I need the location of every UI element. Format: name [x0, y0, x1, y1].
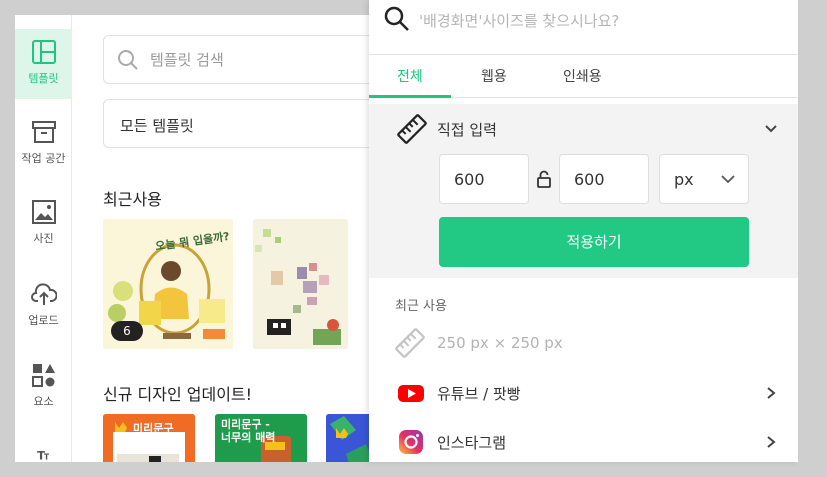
tile-title: 미리문구 - 너무의 매력	[221, 418, 276, 444]
sidebar-item-text[interactable]: TT	[15, 433, 72, 462]
shapes-icon	[31, 364, 55, 387]
sidebar-item-label: 요소	[33, 395, 54, 408]
new-designs-title: 신규 디자인 업데이트!	[103, 385, 253, 404]
left-sidebar: 템플릿 작업 공간 사진 업로드 요소 TT	[15, 15, 72, 462]
template-illustration	[253, 219, 348, 349]
new-design-tile[interactable]: 미리문구 - 너무의 매력	[215, 414, 307, 462]
size-search-input[interactable]	[419, 6, 779, 36]
new-design-tile[interactable]: 미리문구	[103, 414, 195, 462]
lock-icon[interactable]	[536, 170, 552, 188]
recent-sizes-label: 최근 사용	[395, 299, 447, 314]
sidebar-item-label: 사진	[33, 232, 54, 245]
direct-input-title: 직접 입력	[437, 121, 497, 139]
recent-section-title: 최근사용	[103, 190, 162, 209]
tab-web[interactable]: 웹용	[481, 66, 507, 86]
recent-size-item[interactable]: 250 px × 250 px	[437, 334, 563, 352]
svg-text:T: T	[44, 453, 50, 462]
chevron-down-icon[interactable]	[764, 122, 778, 136]
unit-value: px	[674, 170, 694, 189]
page-count-badge: 6	[111, 321, 143, 341]
search-icon	[384, 6, 409, 31]
sidebar-item-photos[interactable]: 사진	[15, 189, 72, 259]
chevron-right-icon	[767, 436, 776, 448]
search-icon	[118, 50, 138, 70]
image-icon	[31, 200, 56, 224]
tab-print[interactable]: 인쇄용	[563, 66, 602, 86]
tile-illustration	[326, 414, 369, 462]
size-category-instagram[interactable]: 인스타그램	[369, 418, 798, 462]
tile-title: 미리문구	[133, 422, 174, 435]
sidebar-item-workspace[interactable]: 작업 공간	[15, 109, 72, 179]
size-search[interactable]	[369, 0, 798, 55]
height-input[interactable]: 600	[559, 154, 649, 204]
sidebar-item-label: 작업 공간	[21, 152, 66, 165]
template-filter-select[interactable]: 모든 템플릿	[103, 99, 369, 148]
direct-input-section: 직접 입력 600 600 px 적용하기	[369, 104, 798, 278]
sidebar-item-templates[interactable]: 템플릿	[15, 29, 72, 99]
template-search[interactable]	[103, 35, 369, 84]
sidebar-item-label: 템플릿	[28, 72, 59, 85]
sidebar-item-label: 업로드	[28, 314, 59, 327]
recent-template-thumbnail[interactable]	[253, 219, 348, 349]
apply-button[interactable]: 적용하기	[439, 217, 749, 267]
archive-box-icon	[31, 121, 56, 143]
size-tabs: 전체 웹용 인쇄용	[369, 55, 798, 98]
recent-template-thumbnail[interactable]: 오늘 뭐 입을까? 6	[103, 219, 233, 349]
chevron-right-icon	[767, 387, 776, 399]
cloud-upload-icon	[30, 283, 57, 305]
template-search-input[interactable]	[150, 36, 369, 83]
tab-all[interactable]: 전체	[397, 66, 423, 86]
new-design-tile[interactable]	[326, 414, 369, 462]
size-dropdown-panel: 전체 웹용 인쇄용 직접 입력 600 600 px 적용하기 최근 사용 25…	[369, 0, 798, 462]
template-panel: 모든 템플릿 최근사용 오늘 뭐 입을까? 6	[72, 15, 369, 462]
youtube-icon	[398, 385, 424, 402]
active-tab-indicator	[369, 95, 451, 98]
chevron-down-icon	[721, 175, 735, 184]
category-label: 유튜브 / 팟빵	[437, 385, 521, 403]
page-scrollbar[interactable]	[798, 0, 827, 477]
layout-icon	[31, 40, 56, 64]
text-icon: TT	[37, 449, 50, 462]
sidebar-item-elements[interactable]: 요소	[15, 352, 72, 422]
width-input[interactable]: 600	[439, 154, 529, 204]
ruler-icon	[395, 328, 425, 358]
sidebar-item-upload[interactable]: 업로드	[15, 271, 72, 341]
unit-select[interactable]: px	[659, 154, 749, 204]
ruler-icon	[397, 114, 427, 144]
size-category-youtube[interactable]: 유튜브 / 팟빵	[369, 369, 798, 417]
instagram-icon	[399, 430, 423, 454]
category-label: 인스타그램	[437, 434, 507, 452]
